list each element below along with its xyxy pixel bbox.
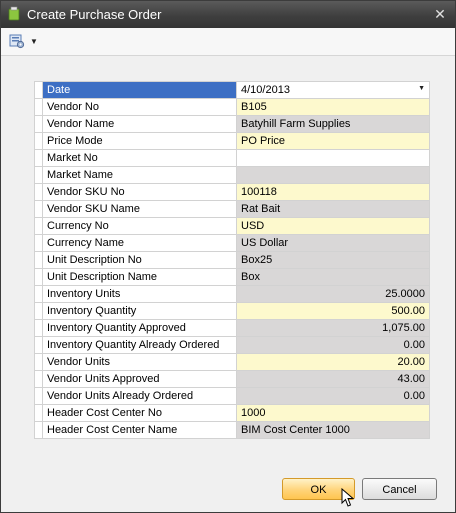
property-row[interactable]: Vendor SKU Name Rat Bait: [34, 200, 430, 218]
property-value[interactable]: PO Price: [236, 132, 430, 150]
property-value[interactable]: 20.00: [236, 353, 430, 371]
property-label: Unit Description Name: [42, 268, 237, 286]
property-row[interactable]: Vendor No B105: [34, 98, 430, 116]
row-gutter: [34, 166, 43, 184]
property-value: 1,075.00: [236, 319, 430, 337]
property-row[interactable]: Vendor SKU No 100118: [34, 183, 430, 201]
property-value: [236, 166, 430, 184]
property-row[interactable]: Currency No USD: [34, 217, 430, 235]
property-row[interactable]: Header Cost Center No 1000: [34, 404, 430, 422]
chevron-down-icon: ▼: [30, 37, 38, 46]
close-button[interactable]: ✕: [431, 5, 449, 23]
property-value: Box: [236, 268, 430, 286]
property-row[interactable]: Unit Description No Box25: [34, 251, 430, 269]
create-purchase-order-dialog: Create Purchase Order ✕ ▼ Date 4/10/2013 ▼…: [0, 0, 456, 513]
row-gutter: [34, 404, 43, 422]
row-gutter: [34, 234, 43, 252]
property-value[interactable]: 500.00: [236, 302, 430, 320]
property-value[interactable]: B105: [236, 98, 430, 116]
property-label: Currency No: [42, 217, 237, 235]
property-label: Market No: [42, 149, 237, 167]
row-gutter: [34, 183, 43, 201]
row-gutter: [34, 336, 43, 354]
row-gutter: [34, 149, 43, 167]
property-label: Header Cost Center Name: [42, 421, 237, 439]
row-gutter: [34, 285, 43, 303]
property-row[interactable]: Header Cost Center Name BIM Cost Center 1…: [34, 421, 430, 439]
property-row[interactable]: Vendor Name Batyhill Farm Supplies: [34, 115, 430, 133]
toolbar: ▼: [1, 28, 455, 56]
property-value[interactable]: 1000: [236, 404, 430, 422]
property-label: Date: [42, 81, 237, 99]
dropdown-arrow-icon[interactable]: ▼: [418, 85, 425, 92]
property-row[interactable]: Market Name: [34, 166, 430, 184]
row-gutter: [34, 319, 43, 337]
property-label: Inventory Quantity: [42, 302, 237, 320]
property-value: Rat Bait: [236, 200, 430, 218]
property-label: Vendor SKU No: [42, 183, 237, 201]
date-value: 4/10/2013: [241, 84, 290, 96]
property-value[interactable]: USD: [236, 217, 430, 235]
property-row[interactable]: Inventory Units 25.0000: [34, 285, 430, 303]
title-bar: Create Purchase Order ✕: [1, 1, 455, 28]
row-gutter: [34, 353, 43, 371]
property-label: Vendor Units: [42, 353, 237, 371]
property-row[interactable]: Unit Description Name Box: [34, 268, 430, 286]
row-gutter: [34, 115, 43, 133]
app-icon: [8, 6, 20, 21]
property-label: Inventory Quantity Approved: [42, 319, 237, 337]
property-value: BIM Cost Center 1000: [236, 421, 430, 439]
row-gutter: [34, 132, 43, 150]
cancel-button[interactable]: Cancel: [362, 478, 437, 500]
property-grid: Date 4/10/2013 ▼ Vendor No B105 Vendor Name Ba…: [34, 81, 430, 439]
row-gutter: [34, 98, 43, 116]
property-label: Unit Description No: [42, 251, 237, 269]
property-value: 43.00: [236, 370, 430, 388]
settings-dropdown-button[interactable]: ▼: [7, 31, 39, 51]
row-gutter: [34, 370, 43, 388]
property-row[interactable]: Vendor Units Already Ordered 0.00: [34, 387, 430, 405]
property-label: Header Cost Center No: [42, 404, 237, 422]
date-dropdown-content: 4/10/2013 ▼: [241, 84, 425, 96]
property-label: Vendor Units Approved: [42, 370, 237, 388]
property-row[interactable]: Vendor Units 20.00: [34, 353, 430, 371]
row-gutter: [34, 200, 43, 218]
property-label: Vendor Units Already Ordered: [42, 387, 237, 405]
property-row[interactable]: Currency Name US Dollar: [34, 234, 430, 252]
row-gutter: [34, 302, 43, 320]
property-label: Vendor SKU Name: [42, 200, 237, 218]
mouse-cursor-icon: [341, 488, 355, 507]
row-gutter: [34, 268, 43, 286]
row-gutter: [34, 81, 43, 99]
property-value: US Dollar: [236, 234, 430, 252]
property-row[interactable]: Inventory Quantity 500.00: [34, 302, 430, 320]
row-gutter: [34, 421, 43, 439]
property-label: Vendor No: [42, 98, 237, 116]
property-label: Vendor Name: [42, 115, 237, 133]
property-value: 25.0000: [236, 285, 430, 303]
row-gutter: [34, 217, 43, 235]
property-value[interactable]: 100118: [236, 183, 430, 201]
row-gutter: [34, 251, 43, 269]
property-row[interactable]: Price Mode PO Price: [34, 132, 430, 150]
property-row[interactable]: Inventory Quantity Already Ordered 0.00: [34, 336, 430, 354]
property-row[interactable]: Vendor Units Approved 43.00: [34, 370, 430, 388]
property-label: Currency Name: [42, 234, 237, 252]
property-row[interactable]: Market No: [34, 149, 430, 167]
settings-dropdown-icon: [9, 34, 25, 49]
property-label: Inventory Quantity Already Ordered: [42, 336, 237, 354]
date-dropdown[interactable]: 4/10/2013 ▼: [236, 81, 430, 99]
property-label: Inventory Units: [42, 285, 237, 303]
property-value: Batyhill Farm Supplies: [236, 115, 430, 133]
property-value[interactable]: [236, 149, 430, 167]
property-label: Market Name: [42, 166, 237, 184]
property-row[interactable]: Date 4/10/2013 ▼: [34, 81, 430, 99]
property-value: 0.00: [236, 336, 430, 354]
row-gutter: [34, 387, 43, 405]
property-value: 0.00: [236, 387, 430, 405]
property-value: Box25: [236, 251, 430, 269]
property-row[interactable]: Inventory Quantity Approved 1,075.00: [34, 319, 430, 337]
property-label: Price Mode: [42, 132, 237, 150]
window-title: Create Purchase Order: [27, 7, 162, 22]
